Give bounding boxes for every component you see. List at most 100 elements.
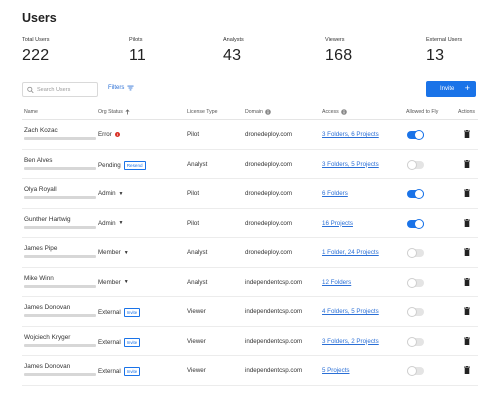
license-type: Analyst (187, 278, 208, 286)
user-email-redacted (24, 255, 96, 258)
table-row[interactable]: James Donovan External Invite Viewer indepen… (22, 356, 478, 386)
license-type: Viewer (187, 337, 206, 345)
invite-button[interactable]: Invite + (426, 81, 476, 97)
table-row[interactable]: Olya Royall Admin ▼ Pilot dronedeploy.com 6 F… (22, 179, 478, 209)
error-icon: ! (114, 132, 120, 137)
domain: independentcsp.com (245, 337, 303, 345)
user-cell: James Pipe (24, 245, 96, 258)
user-name: Gunther Hartwig (24, 215, 71, 223)
search-input[interactable] (37, 86, 97, 93)
filters-button[interactable]: Filters (108, 85, 134, 91)
stat-value: 11 (129, 47, 147, 64)
table-row[interactable]: Mike Winn Member ▼ Analyst independentcsp.co… (22, 268, 478, 297)
toggle-knob (414, 189, 424, 199)
access-link[interactable]: 1 Folder, 24 Projects (322, 249, 379, 256)
access-link[interactable]: 3 Folders, 6 Projects (322, 131, 379, 138)
user-cell: Gunther Hartwig (24, 216, 96, 229)
user-email-redacted (24, 373, 96, 376)
users-table: Name Org Status License Type Domain Acce… (22, 104, 478, 386)
trash-icon[interactable] (464, 277, 470, 286)
access-link[interactable]: 6 Folders (322, 190, 348, 197)
license-type: Viewer (187, 367, 206, 374)
status-text: Admin (98, 190, 116, 197)
table-row[interactable]: James Donovan External Invite Viewer indepen… (22, 297, 478, 327)
chevron-down-icon[interactable]: ▼ (119, 191, 124, 197)
column-header-domain[interactable]: Domain (245, 109, 271, 115)
stat-label: Viewers (325, 37, 345, 43)
user-cell: Wojciech Kryger (24, 334, 96, 347)
access-link[interactable]: 4 Folders, 5 Projects (322, 308, 379, 315)
toggle-knob (407, 336, 417, 347)
status-text: Admin (98, 219, 116, 227)
allowed-to-fly-toggle[interactable] (407, 336, 424, 347)
access-link[interactable]: 12 Folders (322, 279, 351, 286)
trash-icon[interactable] (464, 159, 470, 168)
trash-icon[interactable] (464, 366, 470, 374)
trash-icon[interactable] (464, 130, 470, 138)
allowed-to-fly-toggle[interactable] (407, 366, 424, 376)
column-header-access[interactable]: Access (322, 109, 347, 115)
table-row[interactable]: Ben Alves Pending Resend Analyst dronedeploy… (22, 150, 478, 179)
user-email-redacted (24, 314, 96, 317)
domain: independentcsp.com (245, 308, 303, 315)
search-box[interactable] (22, 82, 98, 97)
info-icon[interactable] (340, 109, 347, 115)
chevron-down-icon[interactable]: ▼ (124, 250, 129, 256)
stat-value: 222 (22, 47, 50, 64)
org-status[interactable]: Admin ▼ (98, 220, 124, 227)
chevron-down-icon[interactable]: ▼ (119, 220, 124, 226)
stat-value: 43 (223, 47, 242, 64)
allowed-to-fly-toggle[interactable] (407, 218, 424, 229)
access-link[interactable]: 3 Folders, 5 Projects (322, 161, 379, 168)
allowed-to-fly-toggle[interactable] (407, 307, 424, 317)
allowed-to-fly-toggle[interactable] (407, 130, 424, 140)
trash-icon[interactable] (464, 336, 470, 345)
plus-icon: + (464, 83, 470, 93)
allowed-to-fly-toggle[interactable] (407, 248, 424, 258)
toggle-knob (407, 159, 417, 170)
column-header-license-type[interactable]: License Type (187, 109, 217, 115)
allowed-to-fly-toggle[interactable] (407, 159, 424, 170)
column-header-name[interactable]: Name (24, 109, 38, 115)
invite-button[interactable]: Invite (123, 367, 141, 376)
user-email-redacted (24, 166, 96, 170)
column-header-allowed-to-fly[interactable]: Allowed to Fly (406, 109, 438, 115)
trash-icon[interactable] (464, 248, 470, 256)
user-cell: James Donovan (24, 304, 96, 317)
resend-button[interactable]: Resend (123, 160, 146, 170)
table-row[interactable]: Gunther Hartwig Admin ▼ Pilot dronedeploy.co… (22, 209, 478, 238)
table-body: Zach Kozac Error! Pilot dronedeploy.com 3 Fo… (22, 120, 478, 386)
org-status: External Invite (98, 308, 141, 317)
trash-icon[interactable] (464, 218, 470, 227)
org-status[interactable]: Member ▼ (98, 249, 129, 256)
search-icon (27, 86, 34, 93)
stat-analysts: Analysts 43 (223, 37, 244, 65)
access-link[interactable]: 16 Projects (322, 220, 353, 227)
table-row[interactable]: Zach Kozac Error! Pilot dronedeploy.com 3 Fo… (22, 120, 478, 150)
org-status[interactable]: Admin ▼ (98, 190, 124, 197)
user-name: Mike Winn (24, 274, 54, 282)
stat-viewers: Viewers 168 (325, 37, 352, 65)
table-row[interactable]: James Pipe Member ▼ Analyst dronedeploy.com 1… (22, 238, 478, 268)
info-icon[interactable] (265, 109, 271, 115)
access-link[interactable]: 3 Folders, 2 Projects (322, 338, 379, 345)
toolbar: Filters Invite + (22, 81, 478, 98)
toggle-knob (414, 130, 424, 140)
domain: dronedeploy.com (245, 131, 293, 138)
column-header-org-status[interactable]: Org Status (98, 109, 130, 115)
org-status[interactable]: Member ▼ (98, 279, 129, 286)
license-type: Analyst (187, 249, 208, 256)
chevron-down-icon[interactable]: ▼ (124, 279, 129, 285)
trash-icon[interactable] (464, 189, 470, 197)
status-text: Member (98, 249, 121, 256)
allowed-to-fly-toggle[interactable] (407, 277, 424, 288)
invite-button[interactable]: Invite (123, 308, 141, 317)
table-row[interactable]: Wojciech Kryger External Invite Viewer indep… (22, 327, 478, 356)
invite-button[interactable]: Invite (123, 337, 141, 347)
user-cell: James Donovan (24, 363, 96, 376)
org-status: Error! (98, 131, 120, 138)
access-link[interactable]: 5 Projects (322, 367, 350, 374)
allowed-to-fly-toggle[interactable] (407, 189, 424, 199)
stat-label: External Users (426, 37, 463, 43)
trash-icon[interactable] (464, 307, 470, 315)
